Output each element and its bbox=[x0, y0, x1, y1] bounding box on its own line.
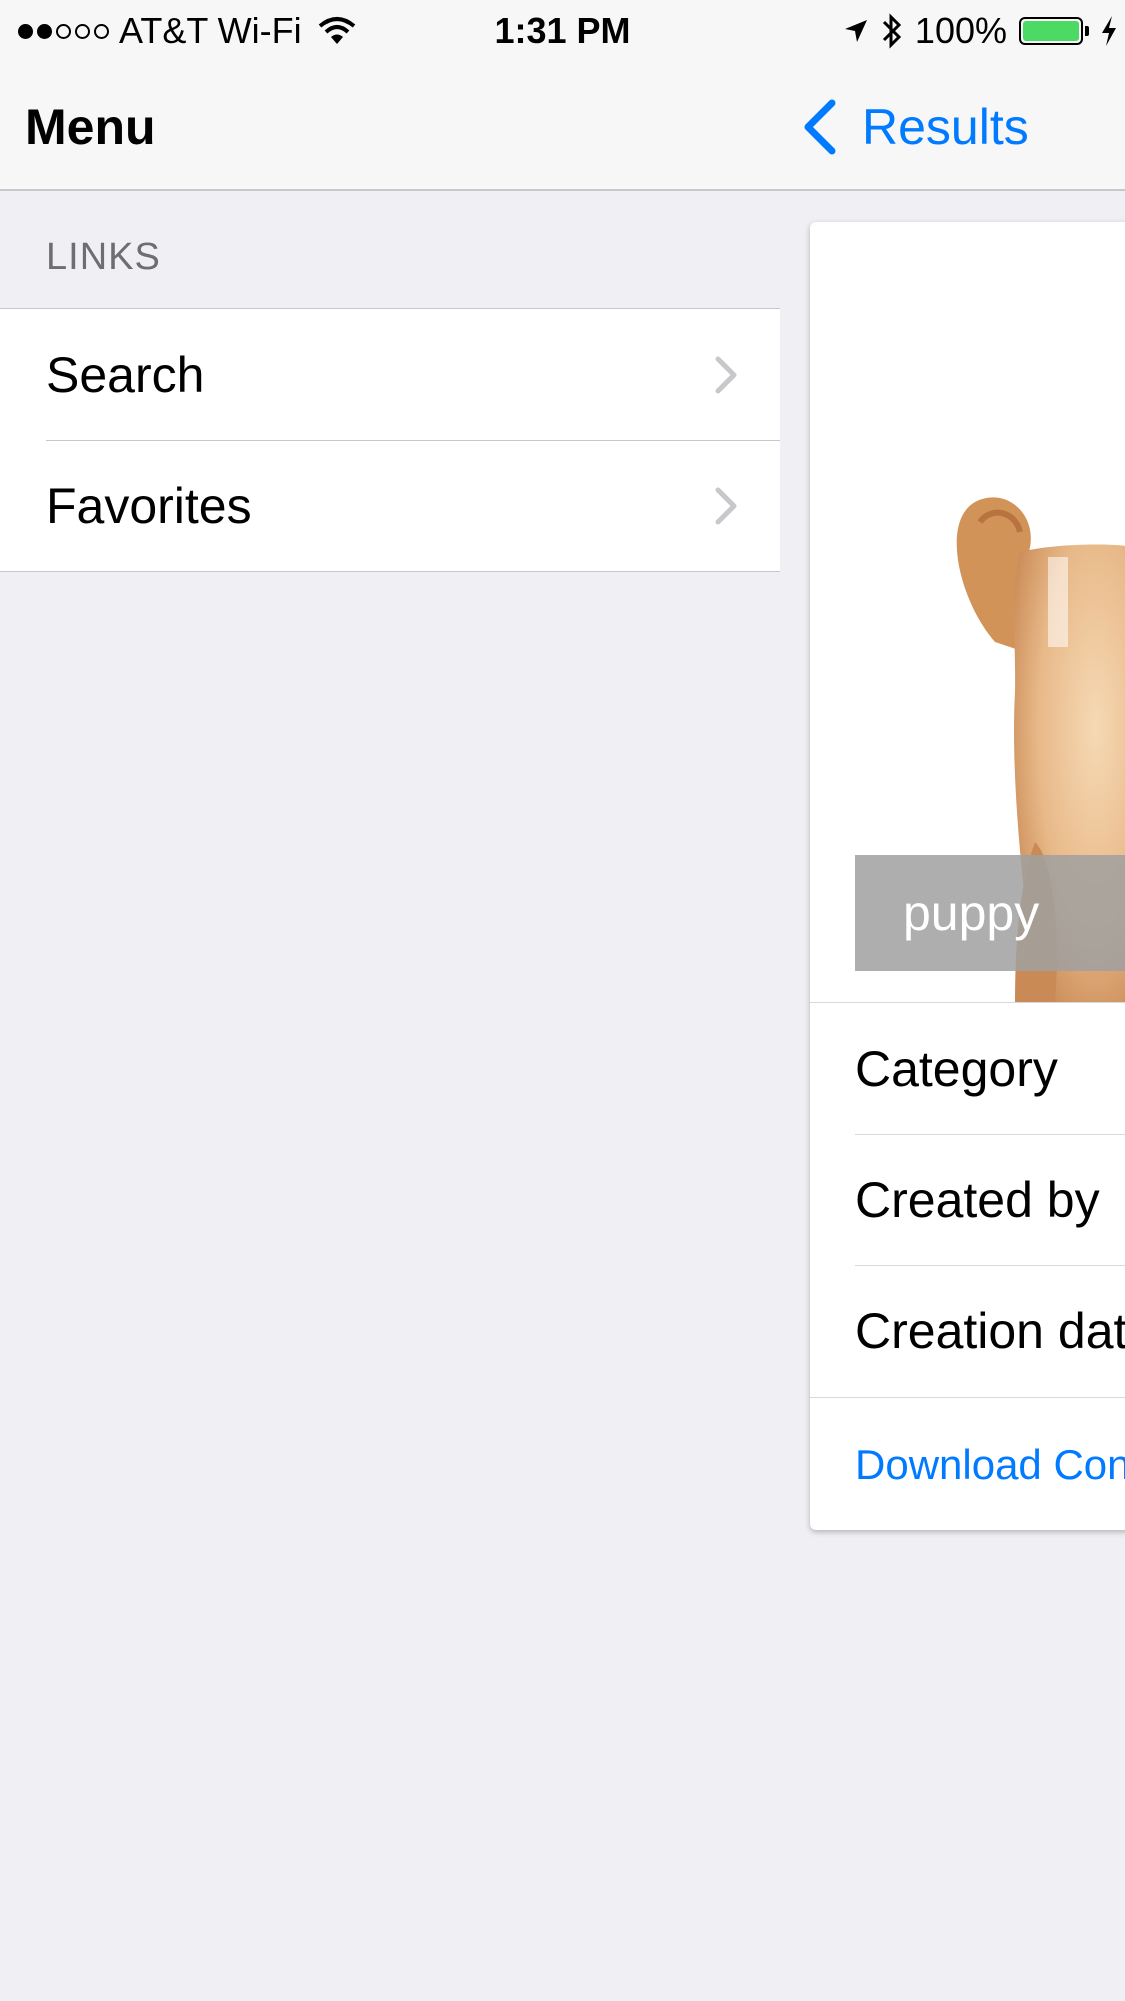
menu-item-label: Search bbox=[46, 346, 205, 403]
detail-row-creation-date: Creation dat bbox=[810, 1265, 1125, 1396]
image-tag-text: puppy bbox=[903, 885, 1040, 941]
detail-card: puppy Category Created by Creation dat D… bbox=[810, 222, 1125, 1530]
menu-item-label: Favorites bbox=[46, 477, 252, 534]
back-button[interactable]: Results bbox=[800, 98, 1029, 156]
detail-row-category: Category bbox=[810, 1003, 1125, 1134]
battery-icon bbox=[1019, 17, 1089, 45]
detail-rows: Category Created by Creation dat bbox=[810, 1002, 1125, 1396]
puppy-photo: puppy bbox=[810, 222, 1125, 1002]
navigation-bar: Menu Results bbox=[0, 62, 1125, 191]
detail-row-created-by: Created by bbox=[810, 1134, 1125, 1265]
charging-icon bbox=[1102, 16, 1116, 46]
image-tag-label: puppy bbox=[855, 855, 1125, 971]
battery-percent: 100% bbox=[914, 10, 1007, 51]
nav-title: Menu bbox=[25, 99, 156, 155]
section-header-links: LINKS bbox=[46, 236, 161, 278]
detail-row-label: Creation dat bbox=[855, 1302, 1125, 1359]
status-right: 100% bbox=[843, 10, 1117, 52]
menu-item-search[interactable]: Search bbox=[0, 309, 780, 440]
back-button-label: Results bbox=[862, 99, 1029, 155]
bluetooth-icon bbox=[882, 13, 902, 49]
menu-item-favorites[interactable]: Favorites bbox=[0, 440, 780, 571]
location-arrow-icon bbox=[844, 20, 867, 42]
menu-list: Search Favorites bbox=[0, 308, 780, 572]
chevron-right-icon bbox=[715, 487, 737, 524]
detail-row-label: Created by bbox=[855, 1171, 1100, 1228]
chevron-right-icon bbox=[715, 356, 737, 393]
detail-row-label: Category bbox=[855, 1040, 1058, 1097]
chevron-left-icon bbox=[804, 99, 836, 155]
download-row: Download Con bbox=[810, 1397, 1125, 1530]
download-link[interactable]: Download Con bbox=[855, 1441, 1125, 1489]
status-bar: AT&T Wi-Fi 1:31 PM 100% bbox=[0, 0, 1125, 62]
